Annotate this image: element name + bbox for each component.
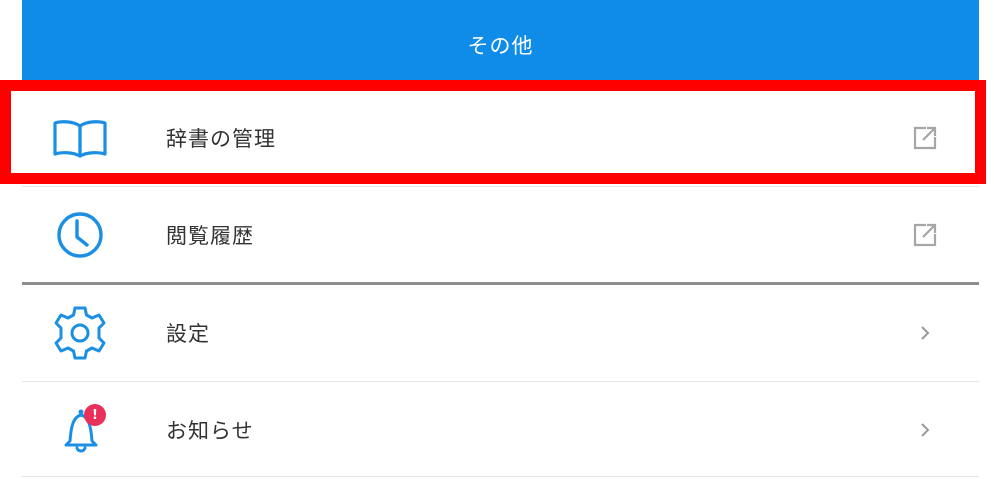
- other-menu-panel: その他 辞書の管理 閲覧履歴 設定 ! お知らせ: [22, 0, 979, 479]
- chevron-right-icon: [909, 414, 941, 446]
- external-link-icon: [909, 122, 941, 154]
- menu-item-browsing-history[interactable]: 閲覧履歴: [22, 187, 979, 283]
- gear-icon: [50, 305, 110, 361]
- badge-text: !: [92, 407, 98, 423]
- menu-item-notifications[interactable]: ! お知らせ: [22, 382, 979, 478]
- menu-item-settings[interactable]: 設定: [22, 285, 979, 381]
- menu-item-label: 設定: [166, 322, 210, 346]
- external-link-icon: [909, 219, 941, 251]
- book-icon: [50, 110, 110, 166]
- menu-item-label: 閲覧履歴: [166, 224, 254, 248]
- menu-item-dictionary-management[interactable]: 辞書の管理: [22, 90, 979, 186]
- menu-item-label: お知らせ: [166, 419, 254, 443]
- chevron-right-icon: [909, 317, 941, 349]
- page-title: その他: [22, 0, 979, 90]
- clock-icon: [50, 207, 110, 263]
- divider: [22, 476, 979, 477]
- bell-icon: !: [50, 402, 110, 458]
- notification-badge: !: [84, 404, 106, 426]
- header-title: その他: [467, 34, 534, 58]
- menu-item-label: 辞書の管理: [166, 127, 276, 151]
